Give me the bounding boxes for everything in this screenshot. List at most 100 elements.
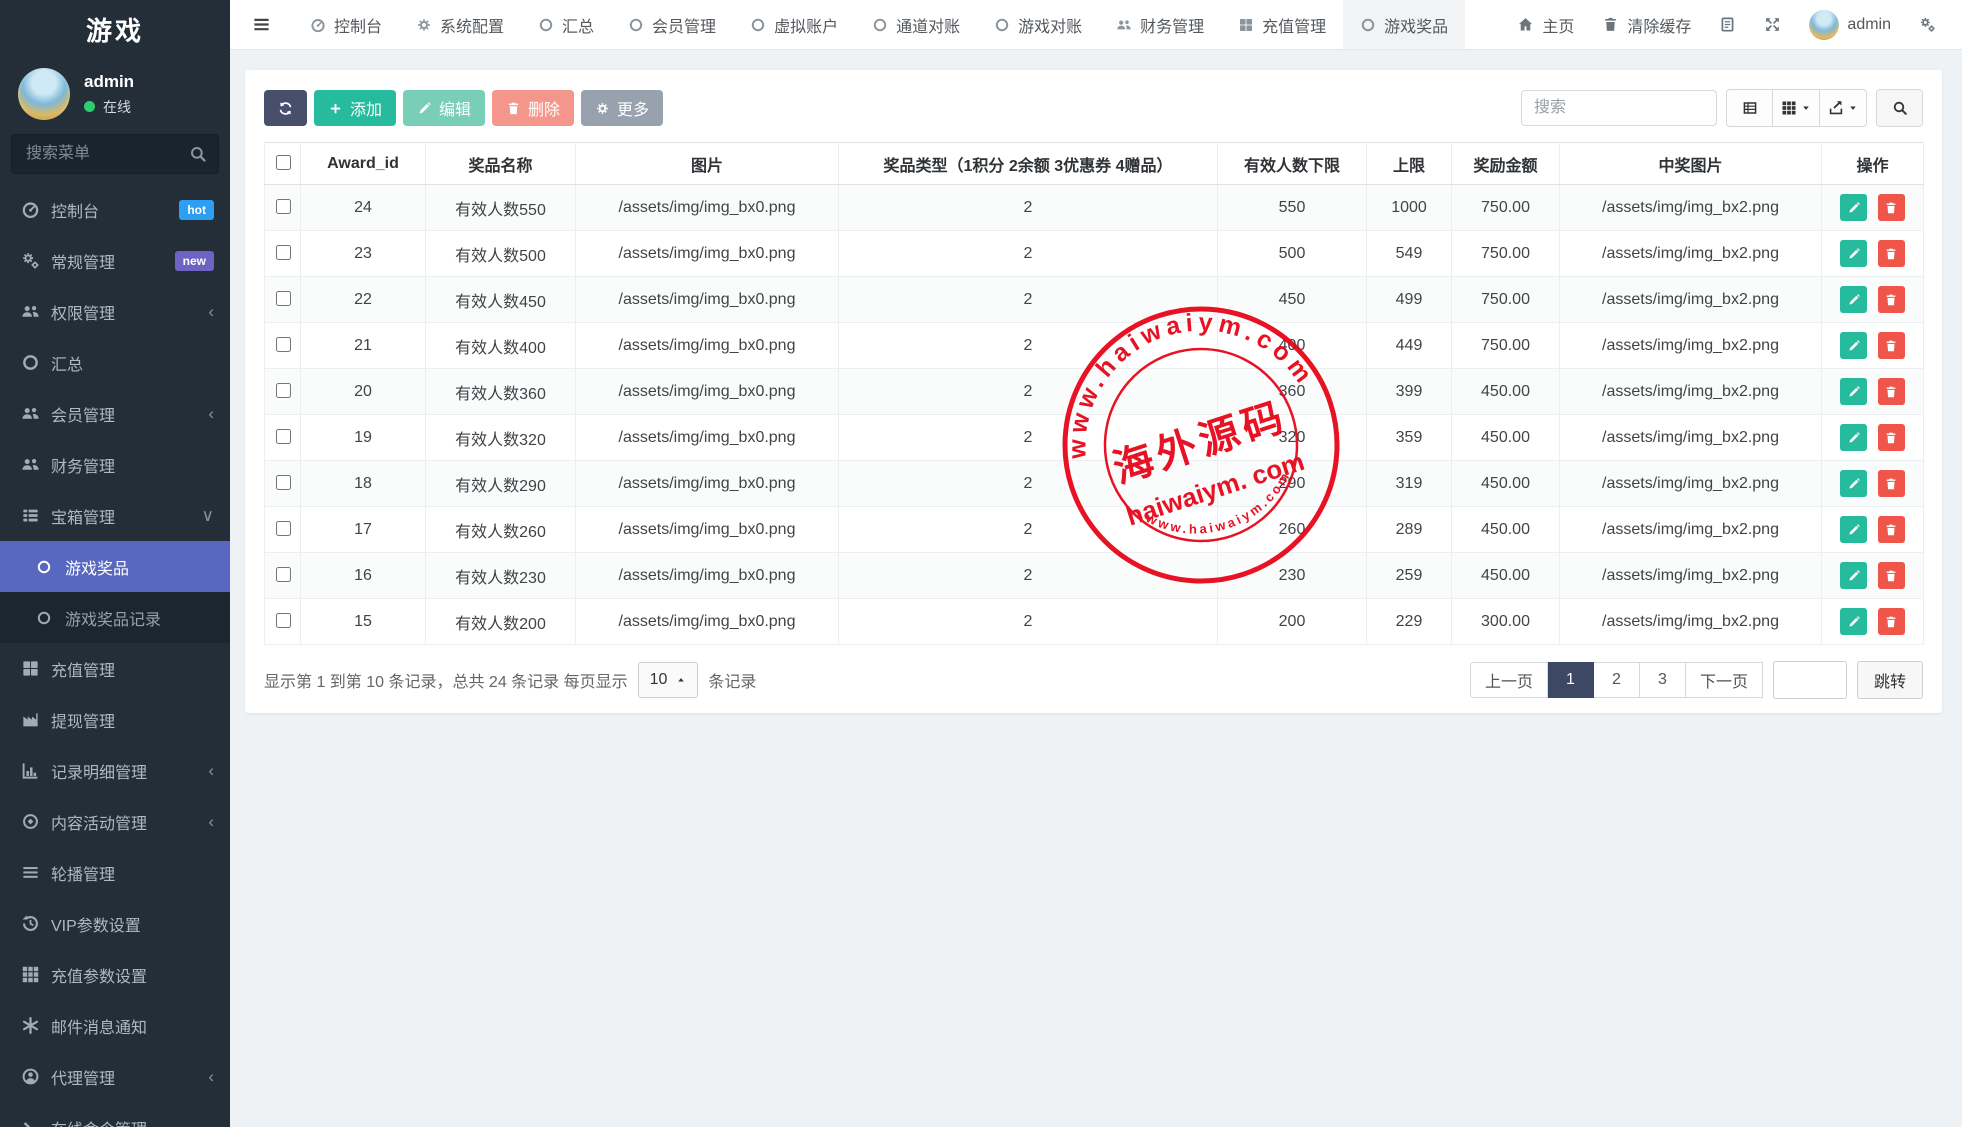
cell-prize-name: 有效人数260	[426, 507, 576, 553]
row-edit-button[interactable]	[1840, 286, 1867, 313]
row-delete-button[interactable]	[1878, 562, 1905, 589]
page-jump-button[interactable]: 跳转	[1857, 661, 1923, 699]
sidebar-item[interactable]: 在线命令管理	[0, 1102, 230, 1127]
sidebar-item[interactable]: 提现管理	[0, 694, 230, 745]
row-delete-button[interactable]	[1878, 516, 1905, 543]
row-checkbox[interactable]	[276, 199, 291, 214]
sidebar-item[interactable]: 游戏奖品	[0, 541, 230, 592]
column-header[interactable]: 上限	[1367, 143, 1452, 185]
row-delete-button[interactable]	[1878, 424, 1905, 451]
page-size-select[interactable]: 10	[638, 662, 699, 698]
export-button[interactable]	[1820, 89, 1867, 127]
row-edit-button[interactable]	[1840, 470, 1867, 497]
row-checkbox[interactable]	[276, 475, 291, 490]
column-header[interactable]: 有效人数下限	[1218, 143, 1367, 185]
row-delete-button[interactable]	[1878, 286, 1905, 313]
sidebar-item-label: 会员管理	[51, 402, 115, 426]
toolbar-button[interactable]: 编辑	[403, 90, 485, 126]
row-edit-button[interactable]	[1840, 194, 1867, 221]
topbar-tab[interactable]: 财务管理	[1099, 0, 1221, 49]
toolbar-button[interactable]: 添加	[314, 90, 396, 126]
row-checkbox[interactable]	[276, 429, 291, 444]
sidebar-item[interactable]: 游戏奖品记录	[0, 592, 230, 643]
topbar-tab[interactable]: 游戏奖品	[1343, 0, 1465, 49]
sidebar-item[interactable]: 记录明细管理 ‹	[0, 745, 230, 796]
column-header[interactable]: 图片	[576, 143, 839, 185]
row-delete-button[interactable]	[1878, 608, 1905, 635]
row-checkbox[interactable]	[276, 567, 291, 582]
columns-button[interactable]	[1773, 89, 1820, 127]
avatar[interactable]	[18, 68, 70, 120]
sidebar-item[interactable]: 宝箱管理 ∨	[0, 490, 230, 541]
table-search-input[interactable]	[1521, 90, 1717, 126]
row-checkbox[interactable]	[276, 245, 291, 260]
sidebar-item[interactable]: 财务管理	[0, 439, 230, 490]
search-button[interactable]	[1876, 89, 1923, 127]
row-edit-button[interactable]	[1840, 562, 1867, 589]
row-delete-button[interactable]	[1878, 194, 1905, 221]
row-checkbox[interactable]	[276, 337, 291, 352]
topbar-right-item[interactable]: 清除缓存	[1602, 13, 1691, 37]
column-header[interactable]: 奖品名称	[426, 143, 576, 185]
topbar-tab[interactable]: 控制台	[293, 0, 399, 49]
row-edit-button[interactable]	[1840, 516, 1867, 543]
topbar-right-item[interactable]	[1919, 16, 1936, 33]
sidebar-item[interactable]: 控制台 hot	[0, 184, 230, 235]
row-edit-button[interactable]	[1840, 424, 1867, 451]
toolbar-button[interactable]: 更多	[581, 90, 663, 126]
row-checkbox[interactable]	[276, 613, 291, 628]
sidebar-item[interactable]: 内容活动管理 ‹	[0, 796, 230, 847]
sidebar-item[interactable]: 邮件消息通知	[0, 1000, 230, 1051]
sidebar-item[interactable]: 权限管理 ‹	[0, 286, 230, 337]
topbar-tab[interactable]: 会员管理	[611, 0, 733, 49]
row-checkbox[interactable]	[276, 383, 291, 398]
topbar-right-item[interactable]: 主页	[1517, 13, 1574, 37]
toolbar-button[interactable]: 删除	[492, 90, 574, 126]
row-delete-button[interactable]	[1878, 332, 1905, 359]
topbar-tab[interactable]: 汇总	[521, 0, 611, 49]
topbar-right-item[interactable]	[1764, 16, 1781, 33]
topbar-tab[interactable]: 系统配置	[399, 0, 521, 49]
page-button[interactable]: 上一页	[1470, 662, 1548, 698]
cell-win-image-path: /assets/img/img_bx2.png	[1560, 369, 1822, 415]
topbar-tab[interactable]: 虚拟账户	[733, 0, 855, 49]
column-header[interactable]: 中奖图片	[1560, 143, 1822, 185]
toolbar-button[interactable]	[264, 90, 307, 126]
sidebar-item[interactable]: 汇总	[0, 337, 230, 388]
page-jump-input[interactable]	[1773, 661, 1847, 699]
page-button[interactable]: 3	[1640, 662, 1686, 698]
topbar-right-item[interactable]: admin	[1809, 10, 1891, 40]
topbar-tab[interactable]: 通道对账	[855, 0, 977, 49]
sidebar-item[interactable]: 代理管理 ‹	[0, 1051, 230, 1102]
select-all-checkbox[interactable]	[276, 155, 291, 170]
row-checkbox[interactable]	[276, 521, 291, 536]
sidebar-item[interactable]: 轮播管理	[0, 847, 230, 898]
page-button[interactable]: 1	[1548, 662, 1594, 698]
sidebar-item[interactable]: 充值参数设置	[0, 949, 230, 1000]
detail-view-button[interactable]	[1726, 89, 1773, 127]
page-button[interactable]: 2	[1594, 662, 1640, 698]
sidebar-item[interactable]: VIP参数设置	[0, 898, 230, 949]
sidebar-search-input[interactable]	[11, 134, 219, 174]
brand-logo[interactable]: 游戏	[0, 0, 230, 62]
column-header[interactable]: 操作	[1822, 143, 1924, 185]
row-checkbox[interactable]	[276, 291, 291, 306]
column-header[interactable]: Award_id	[301, 143, 426, 185]
sidebar-item[interactable]: 会员管理 ‹	[0, 388, 230, 439]
row-edit-button[interactable]	[1840, 378, 1867, 405]
row-edit-button[interactable]	[1840, 240, 1867, 267]
row-edit-button[interactable]	[1840, 608, 1867, 635]
sidebar-item[interactable]: 常规管理 new	[0, 235, 230, 286]
row-delete-button[interactable]	[1878, 240, 1905, 267]
page-button[interactable]: 下一页	[1686, 662, 1763, 698]
row-edit-button[interactable]	[1840, 332, 1867, 359]
topbar-tab[interactable]: 游戏对账	[977, 0, 1099, 49]
topbar-right-item[interactable]	[1719, 16, 1736, 33]
column-header[interactable]: 奖品类型（1积分 2余额 3优惠券 4赠品）	[839, 143, 1218, 185]
sidebar-item[interactable]: 充值管理	[0, 643, 230, 694]
topbar-tab[interactable]: 充值管理	[1221, 0, 1343, 49]
row-delete-button[interactable]	[1878, 378, 1905, 405]
row-delete-button[interactable]	[1878, 470, 1905, 497]
sidebar-toggle-button[interactable]	[230, 0, 293, 49]
column-header[interactable]: 奖励金额	[1452, 143, 1560, 185]
